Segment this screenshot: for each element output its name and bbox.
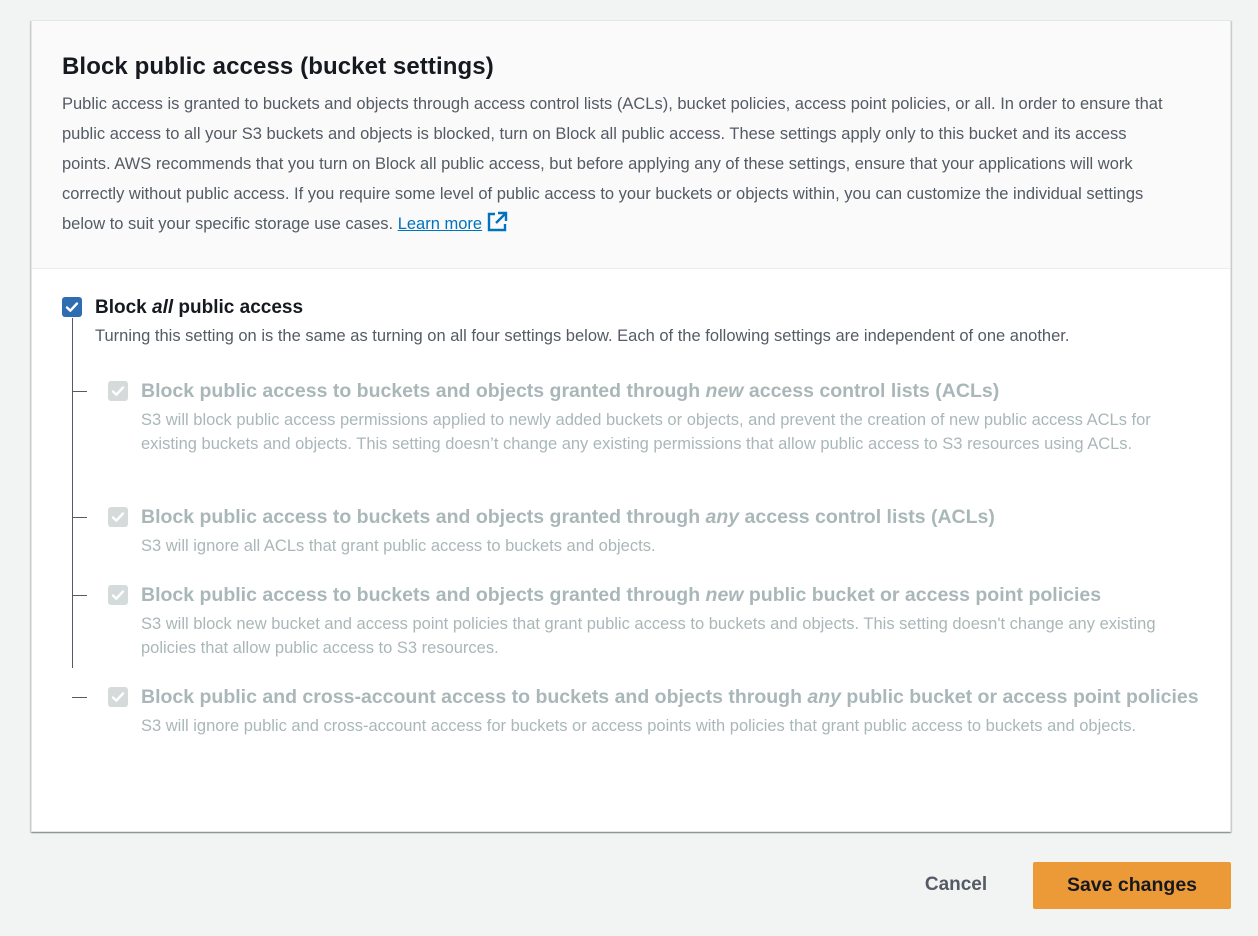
checkmark-icon [111,692,125,702]
panel-header: Block public access (bucket settings) Pu… [32,21,1230,269]
setting-new-policies-checkbox [108,585,128,605]
panel-description: Public access is granted to buckets and … [62,89,1172,239]
setting-description: S3 will ignore all ACLs that grant publi… [141,537,656,555]
setting-any-policies-checkbox [108,687,128,707]
setting-text: Block public access to buckets and objec… [141,506,1206,558]
checkmark-icon [111,590,125,600]
setting-title: Block public access to buckets and objec… [141,584,1102,606]
checkmark-icon [111,386,125,396]
external-link-icon [486,211,508,233]
tree-branch [72,391,87,392]
setting-title: Block public access to buckets and objec… [141,380,1000,402]
block-public-access-panel: Block public access (bucket settings) Pu… [31,20,1231,832]
setting-text: Block public and cross-account access to… [141,686,1206,738]
block-all-label: Block all public access [95,297,304,318]
setting-text: Block public access to buckets and objec… [141,380,1206,456]
setting-title: Block public and cross-account access to… [141,686,1199,708]
setting-title: Block public access to buckets and objec… [141,506,995,528]
setting-new-acls[interactable]: Block public access to buckets and objec… [72,380,1206,456]
tree-branch [72,697,87,698]
setting-any-acls-checkbox [108,507,128,527]
panel-title: Block public access (bucket settings) [62,53,494,80]
checkmark-icon [111,512,125,522]
setting-new-acls-checkbox [108,381,128,401]
save-changes-button[interactable]: Save changes [1033,862,1231,909]
setting-text: Block public access to buckets and objec… [141,584,1206,660]
tree-branch [72,517,87,518]
settings-body: Block all public access Turning this set… [32,269,1230,735]
setting-description: S3 will block new bucket and access poin… [141,615,1156,657]
block-all-checkbox[interactable] [62,297,82,317]
setting-description: S3 will block public access permissions … [141,411,1151,453]
block-all-description: Turning this setting on is the same as t… [95,327,1070,345]
setting-new-policies[interactable]: Block public access to buckets and objec… [72,584,1206,660]
tree-branch [72,595,87,596]
cancel-button[interactable]: Cancel [906,862,1006,908]
setting-any-policies[interactable]: Block public and cross-account access to… [72,686,1206,738]
block-all-public-access-row[interactable]: Block all public access [62,297,1200,319]
setting-description: S3 will ignore public and cross-account … [141,717,1137,735]
panel-description-text: Public access is granted to buckets and … [62,95,1163,233]
learn-more-label: Learn more [397,215,483,233]
setting-any-acls[interactable]: Block public access to buckets and objec… [72,506,1206,558]
checkmark-icon [65,302,79,312]
learn-more-link[interactable]: Learn more [397,211,508,233]
